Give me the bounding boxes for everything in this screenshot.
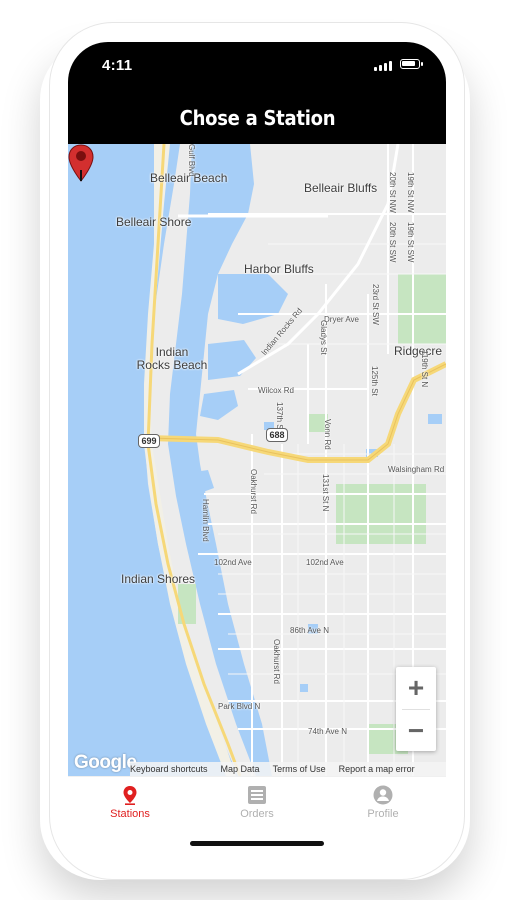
label-harbor-bluffs: Harbor Bluffs <box>244 262 314 276</box>
person-icon <box>373 785 393 805</box>
label-125th-st: 125th St <box>370 366 379 396</box>
label-walsingham-rd: Walsingham Rd <box>388 465 445 474</box>
tab-profile-label: Profile <box>367 808 399 820</box>
label-oakhurst-rd-s: Oakhurst Rd <box>272 639 281 684</box>
home-indicator[interactable] <box>190 841 324 846</box>
signal-icon <box>374 60 392 71</box>
tab-stations-label: Stations <box>110 808 150 820</box>
label-86th-ave: 86th Ave N <box>290 626 329 635</box>
label-belleair-bluffs: Belleair Bluffs <box>304 181 378 195</box>
header: Chose a Station <box>68 92 446 144</box>
map-data-link[interactable]: Map Data <box>221 764 260 774</box>
label-102nd-ave-e: 102nd Ave <box>306 558 344 567</box>
report-map-error-link[interactable]: Report a map error <box>339 764 415 774</box>
phone-screen: 4:11 Chose a Station Belleair Beach Bell… <box>68 42 446 860</box>
status-time: 4:11 <box>102 57 133 74</box>
label-park-blvd: Park Blvd N <box>218 702 261 711</box>
battery-fill <box>402 61 415 66</box>
zoom-out-button[interactable]: − <box>396 710 436 752</box>
label-indian-rocks-beach-2: Rocks Beach <box>136 358 208 372</box>
tab-stations[interactable]: Stations <box>70 785 190 820</box>
tab-orders[interactable]: Orders <box>197 785 317 820</box>
map-attribution-bar: Keyboard shortcuts Map Data Terms of Use… <box>130 762 446 776</box>
label-belleair-shore: Belleair Shore <box>116 215 192 229</box>
tab-profile[interactable]: Profile <box>323 785 443 820</box>
zoom-in-button[interactable]: + <box>396 667 436 709</box>
page-title: Chose a Station <box>179 106 335 130</box>
label-hamlin-blvd: Hamlin Blvd <box>201 499 210 542</box>
label-vonn-rd: Vonn Rd <box>323 419 332 450</box>
terms-of-use-link[interactable]: Terms of Use <box>273 764 326 774</box>
label-indian-shores: Indian Shores <box>121 572 196 586</box>
label-119th-st: 119th St N <box>420 350 429 388</box>
label-20th-st-nw: 20th St NW <box>388 172 397 213</box>
list-icon <box>248 786 266 804</box>
google-logo[interactable]: Google <box>74 752 137 774</box>
route-shield-699: 699 <box>138 434 160 448</box>
map-pin-icon <box>123 786 137 805</box>
label-102nd-ave-w: 102nd Ave <box>214 558 252 567</box>
label-19th-st-sw: 19th St SW <box>406 222 415 263</box>
label-gulf-blvd: Gulf Blvd <box>187 144 196 177</box>
status-bar: 4:11 <box>68 42 446 92</box>
map-view[interactable]: Belleair Beach Belleair Bluffs Belleair … <box>68 144 446 776</box>
notch <box>154 42 360 72</box>
tab-bar: Stations Orders Profile <box>68 776 446 860</box>
label-131st-st: 131st St N <box>321 474 330 512</box>
route-shield-688: 688 <box>266 428 288 442</box>
label-74th-ave: 74th Ave N <box>308 727 347 736</box>
label-19th-st-nw: 19th St NW <box>406 172 415 213</box>
map-pin-icon[interactable] <box>68 144 94 182</box>
label-wilcox-rd: Wilcox Rd <box>258 386 295 395</box>
keyboard-shortcuts-link[interactable]: Keyboard shortcuts <box>130 764 208 774</box>
label-gladys-st: Gladys St <box>319 320 328 355</box>
stage: 4:11 Chose a Station Belleair Beach Bell… <box>0 0 507 900</box>
label-20th-st-sw: 20th St SW <box>388 222 397 263</box>
label-oakhurst-rd-n: Oakhurst Rd <box>249 469 258 514</box>
zoom-controls: + − <box>396 667 436 751</box>
battery-icon <box>400 59 423 69</box>
label-23rd-st: 23rd St SW <box>371 284 380 325</box>
tab-orders-label: Orders <box>240 808 274 820</box>
